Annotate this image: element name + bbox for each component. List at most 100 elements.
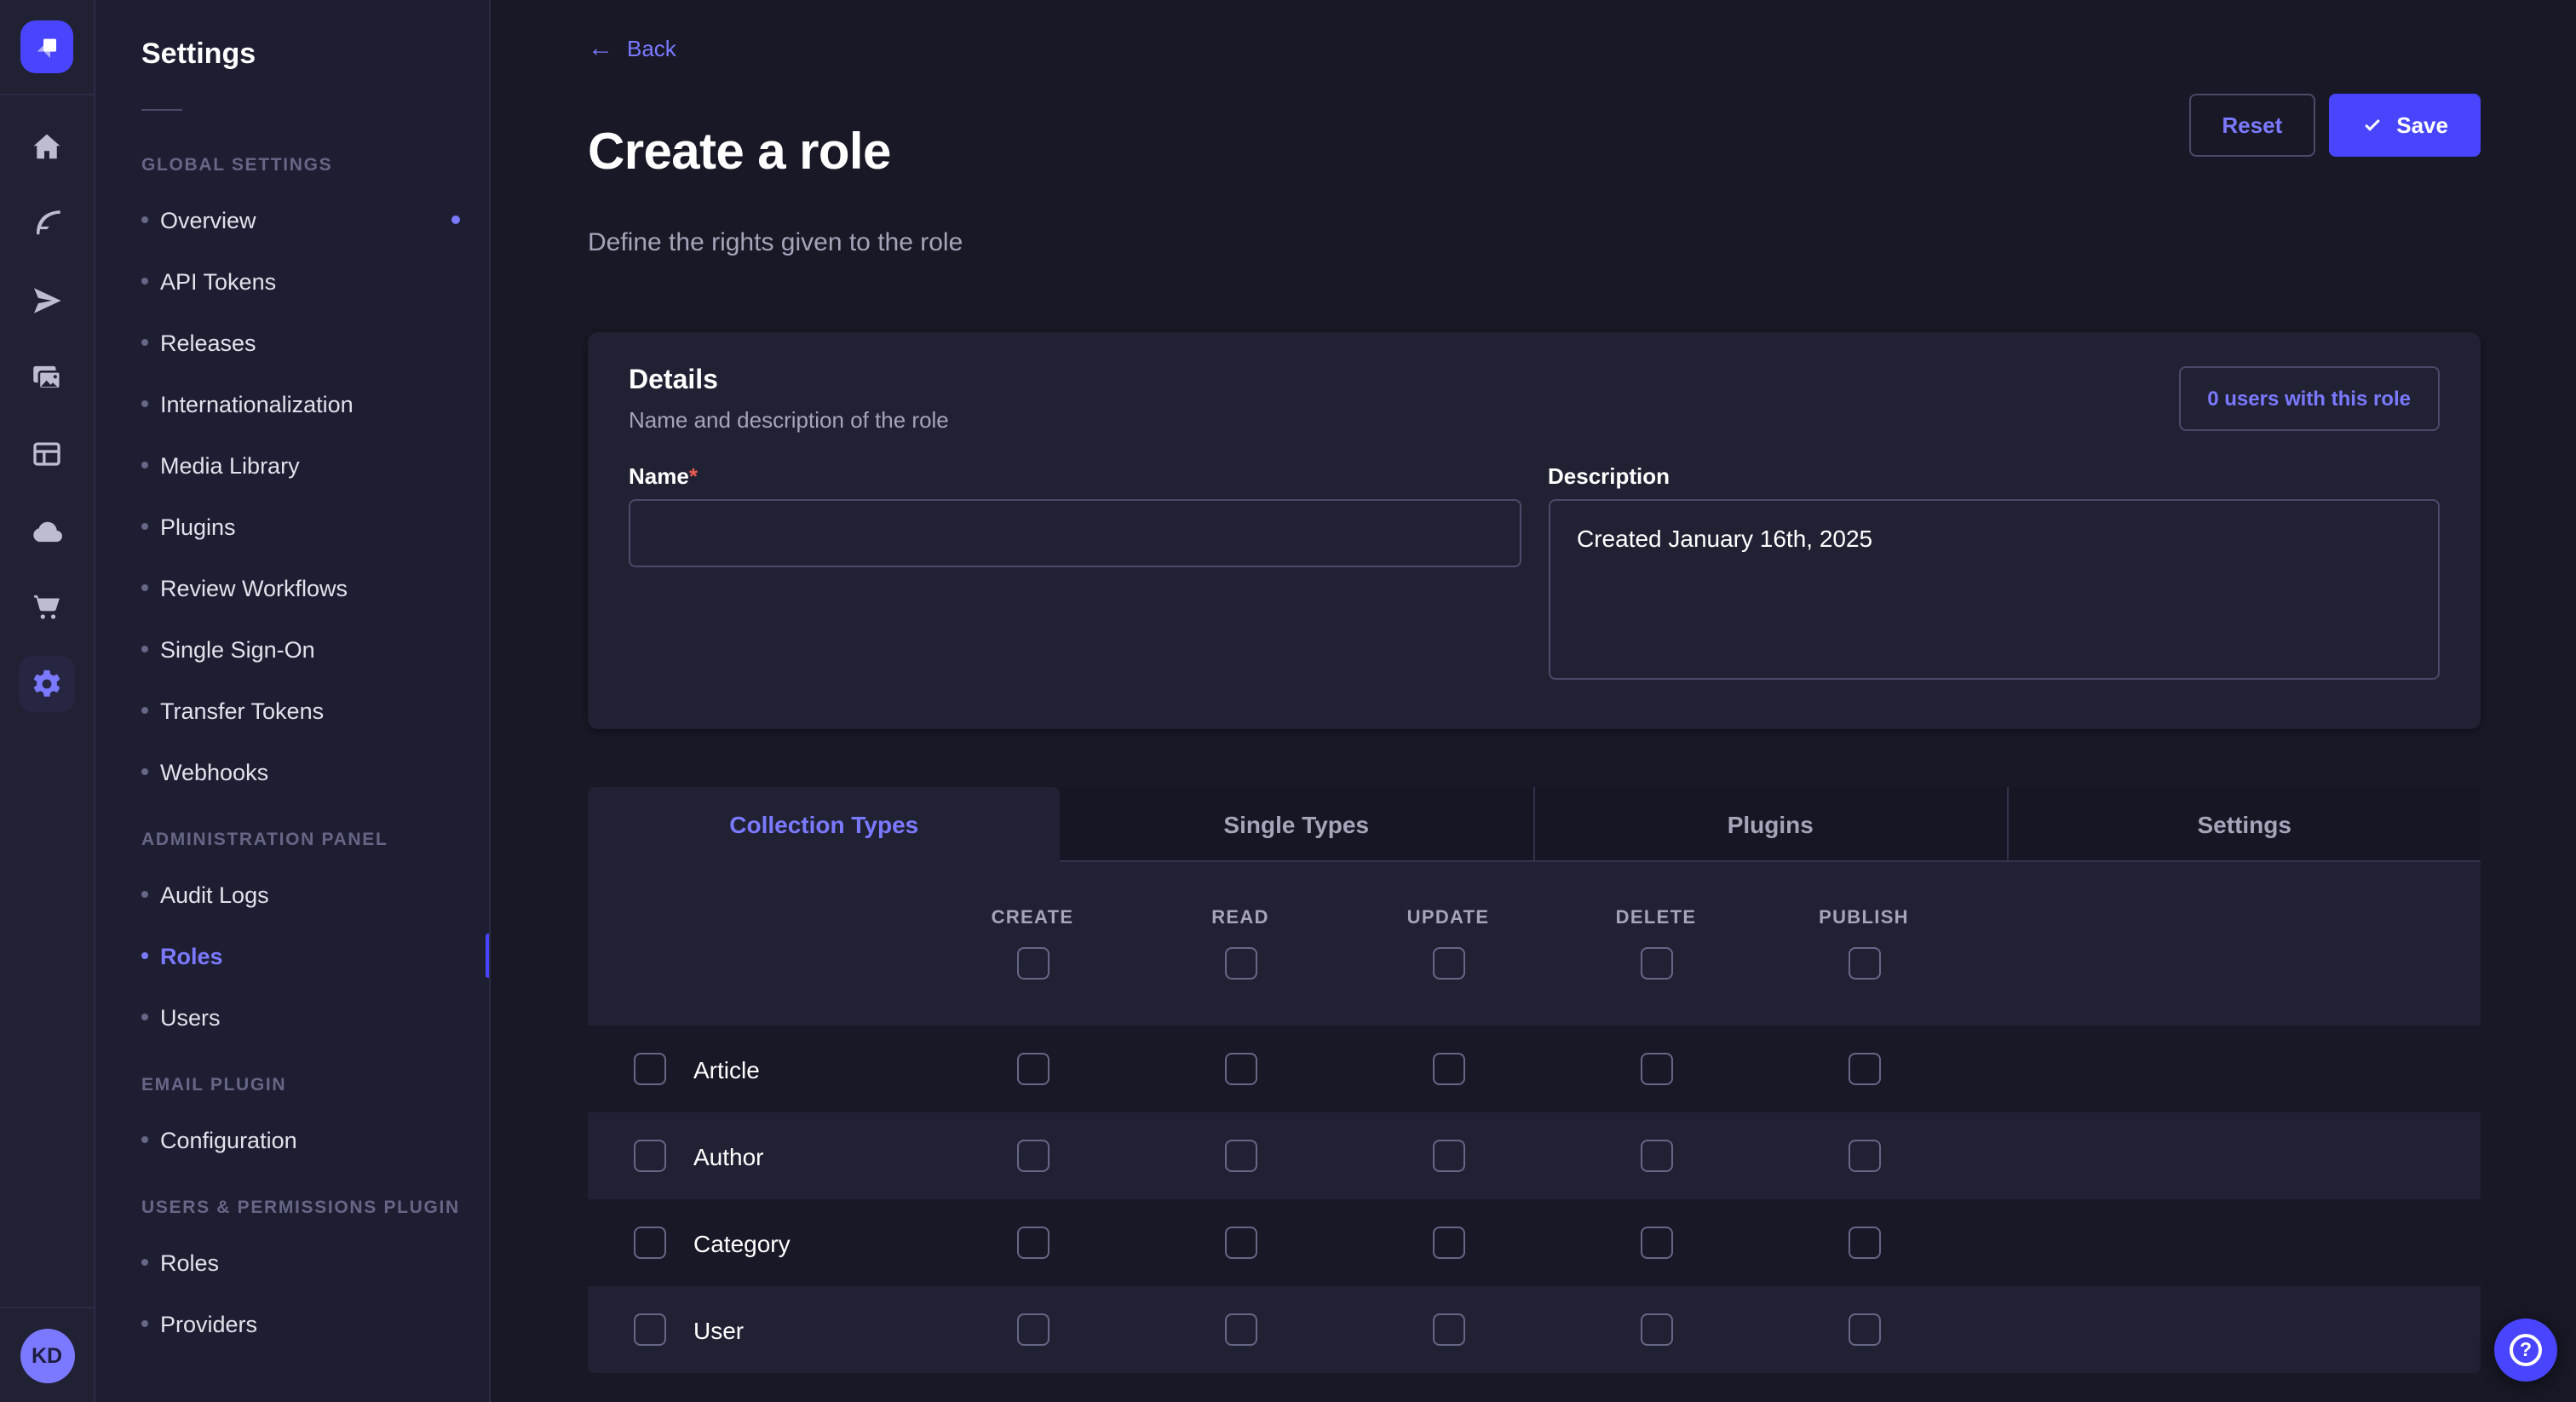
settings-icon[interactable] (19, 656, 75, 712)
notification-dot (451, 215, 460, 224)
cloud-icon[interactable] (19, 503, 75, 559)
cell-article-create (929, 1053, 1136, 1085)
user-update-checkbox[interactable] (1432, 1313, 1464, 1346)
user-read-checkbox[interactable] (1224, 1313, 1256, 1346)
media-library-icon[interactable] (19, 349, 75, 405)
author-publish-checkbox[interactable] (1848, 1140, 1880, 1172)
name-label: Name* (629, 463, 1521, 489)
tab-plugins[interactable]: Plugins (1532, 787, 2007, 862)
row-head: Category (588, 1227, 929, 1259)
details-title: Details (629, 366, 949, 397)
sidebar-item-roles[interactable]: Roles (95, 1232, 489, 1293)
check-icon (2360, 114, 2383, 136)
select-all-delete-checkbox[interactable] (1640, 947, 1672, 980)
category-read-checkbox[interactable] (1224, 1227, 1256, 1259)
sidebar-item-providers[interactable]: Providers (95, 1293, 489, 1354)
bullet-icon (141, 768, 148, 775)
sidebar-item-label: Review Workflows (160, 575, 348, 600)
reset-button[interactable]: Reset (2189, 94, 2314, 157)
tab-single-types[interactable]: Single Types (1061, 787, 1533, 862)
article-create-checkbox[interactable] (1016, 1053, 1049, 1085)
author-create-checkbox[interactable] (1016, 1140, 1049, 1172)
category-create-checkbox[interactable] (1016, 1227, 1049, 1259)
sidebar-item-overview[interactable]: Overview (95, 189, 489, 250)
sidebar-item-internationalization[interactable]: Internationalization (95, 373, 489, 434)
author-delete-checkbox[interactable] (1640, 1140, 1672, 1172)
select-all-read-checkbox[interactable] (1224, 947, 1256, 980)
section-label: ADMINISTRATION PANEL (141, 830, 489, 850)
sidebar-item-plugins[interactable]: Plugins (95, 496, 489, 557)
home-icon[interactable] (19, 119, 75, 175)
column-head-publish: PUBLISH (1760, 908, 1968, 980)
bullet-icon (141, 400, 148, 407)
tab-settings[interactable]: Settings (2007, 787, 2481, 862)
back-link[interactable]: ← Back (588, 36, 676, 61)
article-publish-checkbox[interactable] (1848, 1053, 1880, 1085)
users-with-role-button[interactable]: 0 users with this role (2178, 366, 2440, 431)
article-delete-checkbox[interactable] (1640, 1053, 1672, 1085)
category-publish-checkbox[interactable] (1848, 1227, 1880, 1259)
article-update-checkbox[interactable] (1432, 1053, 1464, 1085)
article-read-checkbox[interactable] (1224, 1053, 1256, 1085)
row-head: User (588, 1313, 929, 1346)
select-all-publish-checkbox[interactable] (1848, 947, 1880, 980)
send-icon[interactable] (19, 273, 75, 329)
name-input[interactable] (629, 499, 1521, 567)
select-author-checkbox[interactable] (634, 1140, 666, 1172)
author-read-checkbox[interactable] (1224, 1140, 1256, 1172)
sidebar-item-audit-logs[interactable]: Audit Logs (95, 864, 489, 925)
bullet-icon (141, 339, 148, 346)
table-row-user: User (588, 1286, 2481, 1373)
cell-category-create (929, 1227, 1136, 1259)
cell-author-delete (1552, 1140, 1760, 1172)
cell-category-read (1136, 1227, 1344, 1259)
permissions-section: Collection TypesSingle TypesPluginsSetti… (588, 787, 2481, 1373)
sidebar-item-api-tokens[interactable]: API Tokens (95, 250, 489, 312)
sidebar-item-roles[interactable]: Roles (95, 925, 489, 986)
help-button[interactable]: ? (2494, 1319, 2557, 1382)
sidebar-item-transfer-tokens[interactable]: Transfer Tokens (95, 680, 489, 741)
user-delete-checkbox[interactable] (1640, 1313, 1672, 1346)
bullet-icon (141, 462, 148, 468)
section-label: USERS & PERMISSIONS PLUGIN (141, 1198, 489, 1218)
tab-collection-types[interactable]: Collection Types (588, 787, 1061, 862)
author-update-checkbox[interactable] (1432, 1140, 1464, 1172)
cell-user-delete (1552, 1313, 1760, 1346)
category-update-checkbox[interactable] (1432, 1227, 1464, 1259)
category-delete-checkbox[interactable] (1640, 1227, 1672, 1259)
cell-article-delete (1552, 1053, 1760, 1085)
select-category-checkbox[interactable] (634, 1227, 666, 1259)
user-publish-checkbox[interactable] (1848, 1313, 1880, 1346)
cell-category-update (1344, 1227, 1552, 1259)
description-textarea[interactable]: Created January 16th, 2025 (1548, 499, 2440, 680)
sidebar-item-label: Roles (160, 943, 223, 968)
save-button[interactable]: Save (2328, 94, 2481, 157)
select-user-checkbox[interactable] (634, 1313, 666, 1346)
bullet-icon (141, 1320, 148, 1327)
strapi-logo-icon (30, 30, 64, 64)
content-manager-icon[interactable] (19, 426, 75, 482)
strapi-admin: KD Settings GLOBAL SETTINGSOverviewAPI T… (0, 0, 2576, 1402)
sidebar-item-configuration[interactable]: Configuration (95, 1109, 489, 1170)
bullet-icon (141, 1259, 148, 1266)
sidebar-item-webhooks[interactable]: Webhooks (95, 741, 489, 802)
select-all-update-checkbox[interactable] (1432, 947, 1464, 980)
sidebar-item-media-library[interactable]: Media Library (95, 434, 489, 496)
cell-user-update (1344, 1313, 1552, 1346)
sidebar-item-label: Providers (160, 1311, 257, 1336)
sidebar-item-single-sign-on[interactable]: Single Sign-On (95, 618, 489, 680)
strapi-logo[interactable] (20, 20, 73, 73)
user-avatar[interactable]: KD (20, 1329, 74, 1383)
details-card-head: Details Name and description of the role… (629, 366, 2440, 433)
select-all-create-checkbox[interactable] (1016, 947, 1049, 980)
sidebar-item-releases[interactable]: Releases (95, 312, 489, 373)
content-type-builder-icon[interactable] (19, 196, 75, 252)
marketplace-icon[interactable] (19, 579, 75, 635)
column-label: DELETE (1616, 908, 1697, 928)
description-label: Description (1548, 463, 2440, 489)
sidebar-item-users[interactable]: Users (95, 986, 489, 1048)
select-article-checkbox[interactable] (634, 1053, 666, 1085)
cell-article-read (1136, 1053, 1344, 1085)
user-create-checkbox[interactable] (1016, 1313, 1049, 1346)
sidebar-item-review-workflows[interactable]: Review Workflows (95, 557, 489, 618)
